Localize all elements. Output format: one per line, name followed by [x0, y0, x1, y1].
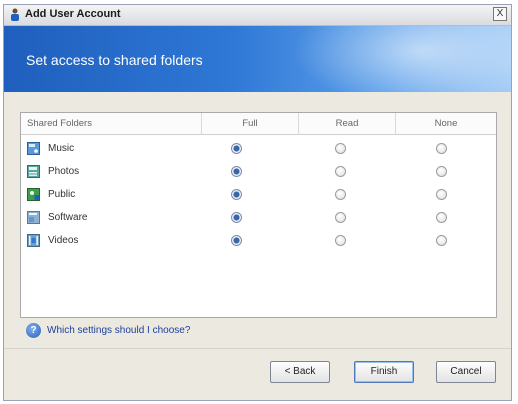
folder-name: Photos	[48, 166, 80, 177]
videos-folder-icon	[27, 234, 40, 247]
table-row-music: Music	[21, 138, 496, 160]
photos-folder-icon	[27, 165, 40, 178]
radio-full-photos[interactable]	[231, 166, 242, 177]
page-title: Set access to shared folders	[26, 52, 203, 68]
folder-name: Software	[48, 212, 88, 223]
folder-name: Videos	[48, 235, 79, 246]
back-button[interactable]: < Back	[270, 361, 330, 383]
column-header-none: None	[395, 113, 496, 135]
radio-full-public[interactable]	[231, 189, 242, 200]
help-question-icon: ?	[26, 323, 41, 338]
radio-full-videos[interactable]	[231, 235, 242, 246]
add-user-account-dialog: Add User Account X Set access to shared …	[3, 4, 512, 401]
column-header-read: Read	[298, 113, 395, 135]
radio-full-software[interactable]	[231, 212, 242, 223]
radio-none-software[interactable]	[436, 212, 447, 223]
folder-name: Music	[48, 143, 75, 154]
radio-full-music[interactable]	[231, 143, 242, 154]
table-row-software: Software	[21, 207, 496, 229]
music-folder-icon	[27, 142, 40, 155]
public-folder-icon	[27, 188, 40, 201]
column-header-full: Full	[201, 113, 298, 135]
folder-name: Public	[48, 189, 76, 200]
help-link[interactable]: Which settings should I choose?	[47, 325, 190, 336]
banner-glow	[291, 26, 511, 92]
user-account-icon	[11, 8, 19, 21]
table-row-photos: Photos	[21, 161, 496, 183]
radio-read-public[interactable]	[335, 189, 346, 200]
column-header-shared-folders: Shared Folders	[21, 113, 201, 135]
radio-read-music[interactable]	[335, 143, 346, 154]
header-banner: Set access to shared folders	[4, 26, 511, 92]
cancel-button[interactable]: Cancel	[436, 361, 496, 383]
software-folder-icon	[27, 211, 40, 224]
window-title: Add User Account	[25, 8, 121, 20]
radio-none-photos[interactable]	[436, 166, 447, 177]
radio-read-photos[interactable]	[335, 166, 346, 177]
radio-read-videos[interactable]	[335, 235, 346, 246]
title-bar: Add User Account X	[4, 5, 511, 26]
radio-none-videos[interactable]	[436, 235, 447, 246]
finish-button[interactable]: Finish	[354, 361, 414, 383]
radio-none-public[interactable]	[436, 189, 447, 200]
footer-divider	[4, 348, 511, 349]
radio-read-software[interactable]	[335, 212, 346, 223]
table-row-public: Public	[21, 184, 496, 206]
shared-folders-table: Shared Folders Full Read None Music Phot…	[20, 112, 497, 318]
radio-none-music[interactable]	[436, 143, 447, 154]
table-row-videos: Videos	[21, 230, 496, 252]
close-button[interactable]: X	[493, 7, 507, 21]
